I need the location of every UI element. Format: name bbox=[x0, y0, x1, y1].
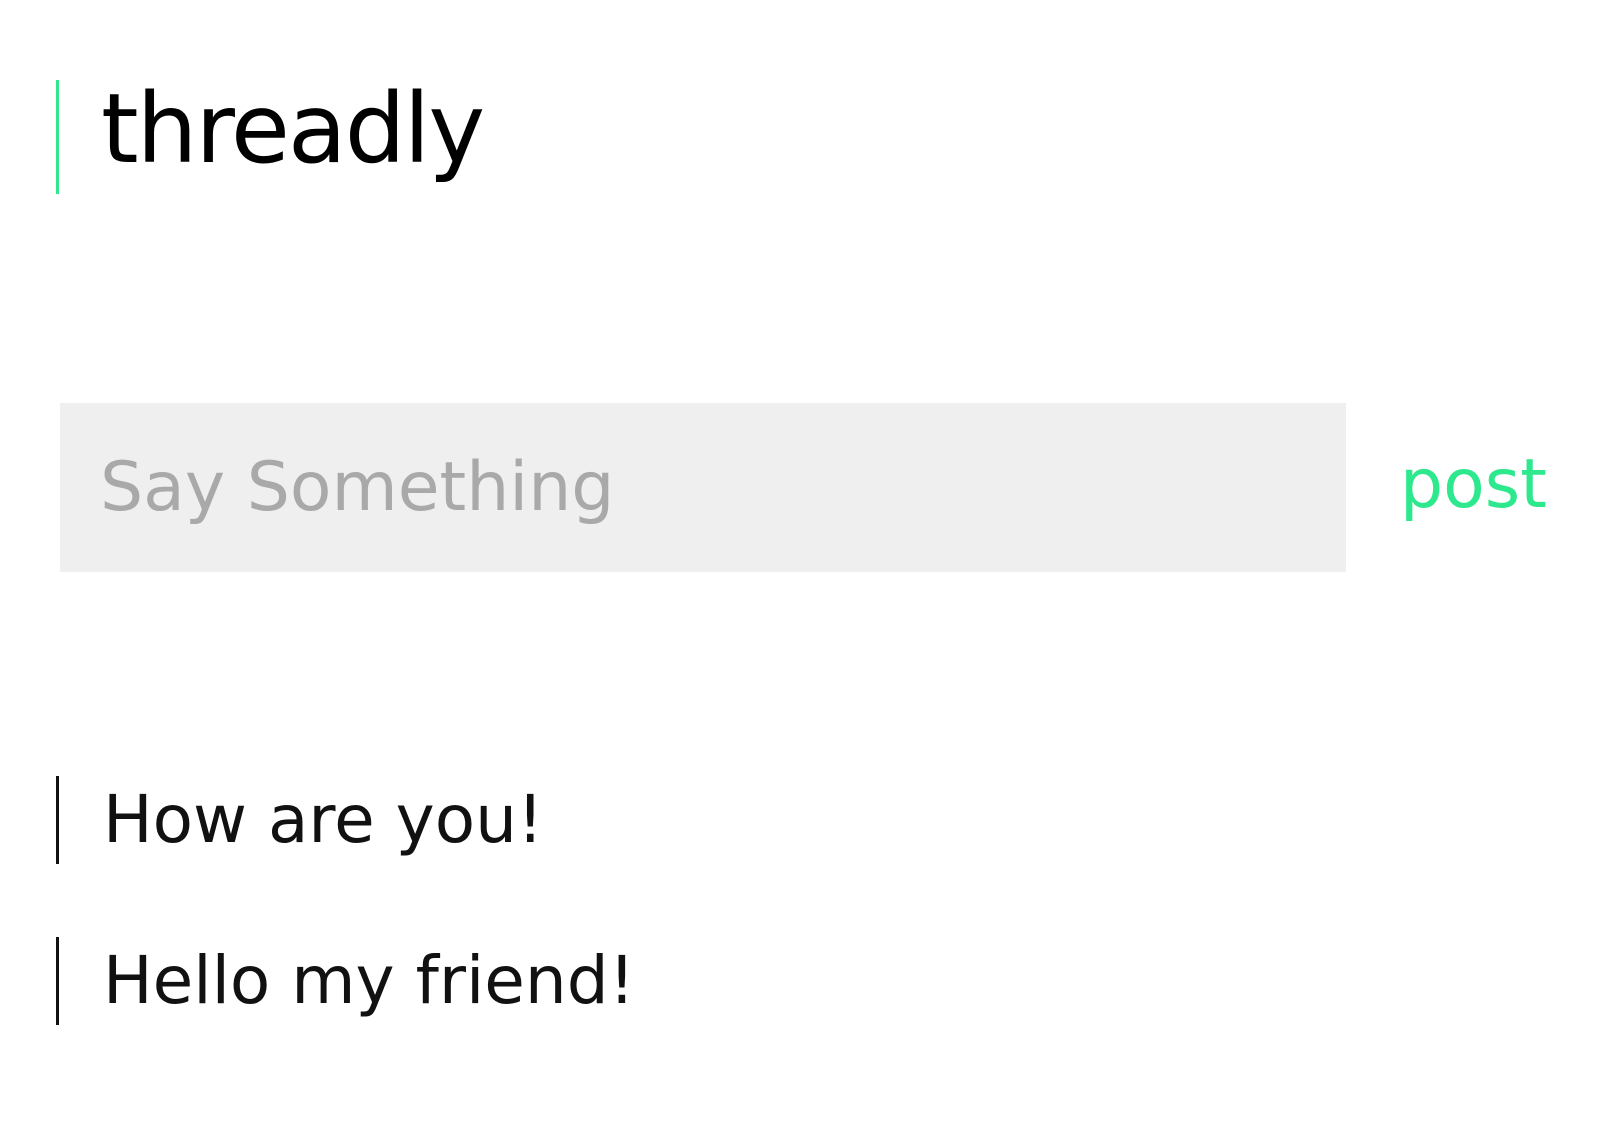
post-button[interactable]: post bbox=[1400, 430, 1547, 540]
thread-item[interactable]: How are you! bbox=[56, 776, 635, 864]
app-title: threadly bbox=[56, 73, 485, 194]
app-title-text: threadly bbox=[101, 73, 485, 185]
thread-list: How are you! Hello my friend! bbox=[56, 776, 635, 1098]
say-something-input[interactable] bbox=[60, 403, 1346, 572]
thread-item[interactable]: Hello my friend! bbox=[56, 937, 635, 1025]
